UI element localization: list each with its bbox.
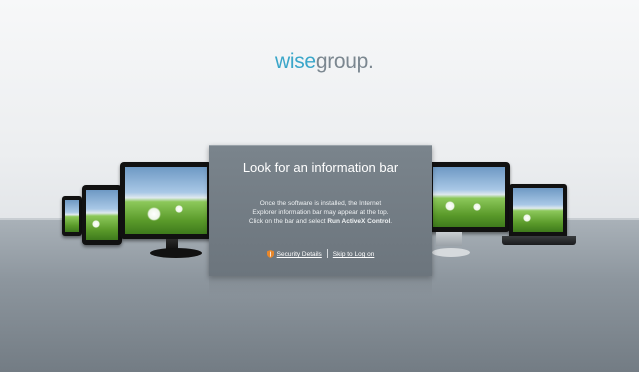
- phone-device: [62, 196, 82, 236]
- page: wisegroup. Look for an information bar O…: [0, 0, 639, 372]
- panel-reflection: [209, 276, 432, 296]
- logo-group: group: [315, 50, 369, 73]
- panel-body-line-3-prefix: Click on the bar and select: [248, 218, 328, 225]
- monitor-left-base: [150, 248, 202, 258]
- panel-body-line-1: Once the software is installed, the Inte…: [259, 200, 382, 207]
- monitor-right: [428, 162, 510, 232]
- shield-icon: [266, 250, 274, 258]
- tablet-device: [82, 185, 122, 245]
- monitor-right-stand: [436, 232, 462, 246]
- wisegroup-logo: wisegroup.: [275, 50, 374, 74]
- monitor-right-base: [432, 248, 470, 257]
- link-separator: [326, 249, 328, 258]
- panel-body: Once the software is installed, the Inte…: [223, 199, 418, 226]
- run-activex-text: Run ActiveX Control: [327, 218, 391, 225]
- laptop-keyboard: [502, 236, 576, 245]
- panel-body-line-3: Click on the bar and select Run ActiveX …: [223, 217, 418, 226]
- panel-body-line-3-suffix: .: [390, 218, 393, 225]
- panel-body-line-2: Explorer information bar may appear at t…: [252, 209, 389, 216]
- security-details-link[interactable]: Security Details: [277, 251, 322, 258]
- skip-to-log-on-link[interactable]: Skip to Log on: [333, 251, 375, 258]
- logo-wise: wise: [275, 50, 316, 73]
- panel-title: Look for an information bar: [242, 160, 399, 175]
- info-panel: Look for an information bar Once the sof…: [209, 145, 432, 276]
- panel-links: Security Details Skip to Log on: [209, 249, 432, 258]
- logo-dot: .: [368, 50, 374, 73]
- monitor-left: [120, 162, 212, 239]
- laptop-device: [509, 184, 567, 236]
